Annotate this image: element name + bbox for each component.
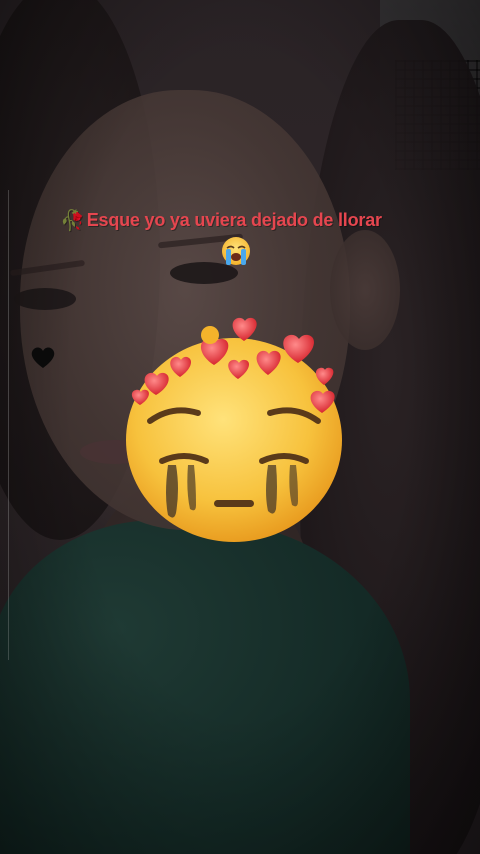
pleading-crying-face-with-hearts-icon bbox=[126, 317, 342, 542]
story-caption: 🥀 Esque yo ya uviera dejado de llorar bbox=[60, 208, 440, 233]
loudly-crying-face-icon bbox=[222, 237, 250, 265]
black-heart-icon bbox=[31, 347, 55, 368]
wilted-rose-icon: 🥀 bbox=[60, 210, 85, 232]
caption-text: Esque yo ya uviera dejado de llorar bbox=[86, 210, 382, 230]
photo-story-canvas: 🥀 Esque yo ya uviera dejado de llorar bbox=[0, 0, 480, 854]
